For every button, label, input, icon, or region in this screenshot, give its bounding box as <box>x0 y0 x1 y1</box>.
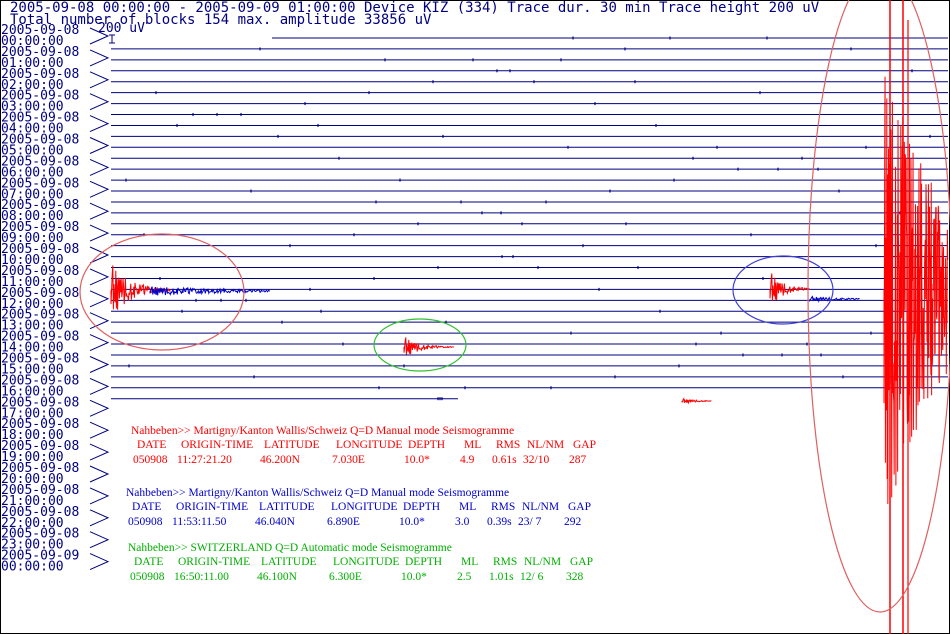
teleseism-wave <box>883 76 949 505</box>
hour-marker <box>89 509 110 527</box>
hour-marker <box>89 312 110 330</box>
bulletin-value: 6.300E <box>329 571 362 583</box>
hour-marker <box>89 49 110 67</box>
bulletin-value: 10.0* <box>399 516 425 528</box>
hour-marker <box>89 202 110 220</box>
bulletin-column: RMS <box>491 501 515 513</box>
hour-marker <box>89 531 110 549</box>
bulletin-value: 4.9 <box>460 454 475 466</box>
bulletin-value: 46.100N <box>257 571 298 583</box>
small-event-wave <box>681 397 712 405</box>
hour-marker <box>89 377 110 395</box>
hour-label: 2005-09-0900:00:00 <box>1 549 110 575</box>
green-event-wave <box>403 337 455 355</box>
bulletin-value: 050908 <box>133 454 168 466</box>
event-bulletin: Nahbeben>> Martigny/Kanton Wallis/Schwei… <box>126 487 591 528</box>
bulletin-header: Nahbeben>> SWITZERLAND Q=D Automatic mod… <box>128 542 452 554</box>
bulletin-column: LATITUDE <box>261 556 317 568</box>
scale-label: 200 uV <box>98 21 145 36</box>
hour-label-time: 00:00:00 <box>1 560 64 575</box>
red-event-wave <box>110 265 171 310</box>
hour-marker <box>89 290 110 308</box>
bulletin-value: 050908 <box>128 516 163 528</box>
bulletin-column: DEPTH <box>408 439 445 451</box>
bulletin-value: 1.01s <box>489 571 514 583</box>
event-bulletin: Nahbeben>> SWITZERLAND Q=D Automatic mod… <box>128 542 593 583</box>
bulletin-column: ORIGIN-TIME <box>181 439 253 451</box>
hour-marker <box>89 356 110 373</box>
bulletin-column: NL/NM <box>527 439 564 451</box>
bulletin-value: 328 <box>566 571 584 583</box>
bulletin-column: NL/NM <box>522 501 559 513</box>
bulletin-value: 6.890E <box>327 516 360 528</box>
bulletin-column: ORIGIN-TIME <box>178 556 250 568</box>
bulletin-value: 11:53:11.50 <box>172 516 227 528</box>
bulletin-value: 3.0 <box>455 516 470 528</box>
bulletin-value: 287 <box>569 454 587 466</box>
bulletin-value: 0.61s <box>492 454 517 466</box>
bulletin-column: GAP <box>573 439 596 451</box>
bulletin-column: LATITUDE <box>259 501 315 513</box>
bulletin-column: LONGITUDE <box>336 439 402 451</box>
bulletin-header: Nahbeben>> Martigny/Kanton Wallis/Schwei… <box>126 487 509 499</box>
event-bulletin: Nahbeben>> Martigny/Kanton Wallis/Schwei… <box>131 425 596 466</box>
hour-marker <box>89 553 110 571</box>
bulletin-column: DATE <box>137 439 166 451</box>
hour-marker <box>89 399 110 417</box>
bulletin-column: LATITUDE <box>264 439 320 451</box>
bulletin-value: 46.040N <box>255 516 296 528</box>
bulletin-column: DATE <box>132 501 161 513</box>
helicorder-chart: 2005-09-08 00:00:00 - 2005-09-09 01:00:0… <box>1 0 950 634</box>
hour-marker <box>89 224 110 242</box>
bulletin-value: 2.5 <box>457 571 472 583</box>
bulletin-column: GAP <box>570 556 593 568</box>
hour-marker <box>89 115 110 133</box>
bulletin-value: 16:50:11.00 <box>174 571 229 583</box>
hour-marker <box>89 137 110 154</box>
bulletin-value: 7.030E <box>332 454 365 466</box>
bulletin-column: NL/NM <box>524 556 561 568</box>
bulletin-value: 12/ 6 <box>520 571 544 583</box>
bulletin-column: DEPTH <box>403 501 440 513</box>
hour-marker <box>89 443 110 461</box>
bulletin-column: LONGITUDE <box>331 501 397 513</box>
bulletin-column: RMS <box>493 556 517 568</box>
bulletin-value: 10.0* <box>404 454 430 466</box>
blue-event-wave <box>769 273 810 302</box>
bulletin-column: ML <box>461 556 478 568</box>
bulletin-value: 10.0* <box>401 571 427 583</box>
bulletin-header: Nahbeben>> Martigny/Kanton Wallis/Schwei… <box>131 425 514 437</box>
hour-marker <box>89 465 110 483</box>
bulletin-column: LONGITUDE <box>333 556 399 568</box>
hour-marker <box>89 421 110 439</box>
bulletin-value: 292 <box>564 516 582 528</box>
hour-marker <box>89 93 110 111</box>
bulletin-value: 32/10 <box>523 454 549 466</box>
bulletin-column: ORIGIN-TIME <box>176 501 248 513</box>
bulletin-value: 11:27:21.20 <box>177 454 232 466</box>
green-event-circle <box>373 318 467 372</box>
bulletin-column: RMS <box>496 439 520 451</box>
bulletin-value: 23/ 7 <box>518 516 542 528</box>
bulletin-value: 46.200N <box>260 454 301 466</box>
bulletin-column: GAP <box>568 501 591 513</box>
bulletin-column: ML <box>464 439 481 451</box>
bulletin-value: 050908 <box>130 571 165 583</box>
bulletin-column: DEPTH <box>405 556 442 568</box>
bulletin-value: 0.39s <box>487 516 512 528</box>
hour-marker <box>89 180 110 198</box>
hour-marker <box>89 71 110 89</box>
hour-marker <box>89 158 110 176</box>
hour-marker <box>89 334 110 352</box>
hour-marker <box>89 487 110 505</box>
bulletin-column: ML <box>459 501 476 513</box>
hour-marker <box>89 268 110 286</box>
bulletin-column: DATE <box>134 556 163 568</box>
